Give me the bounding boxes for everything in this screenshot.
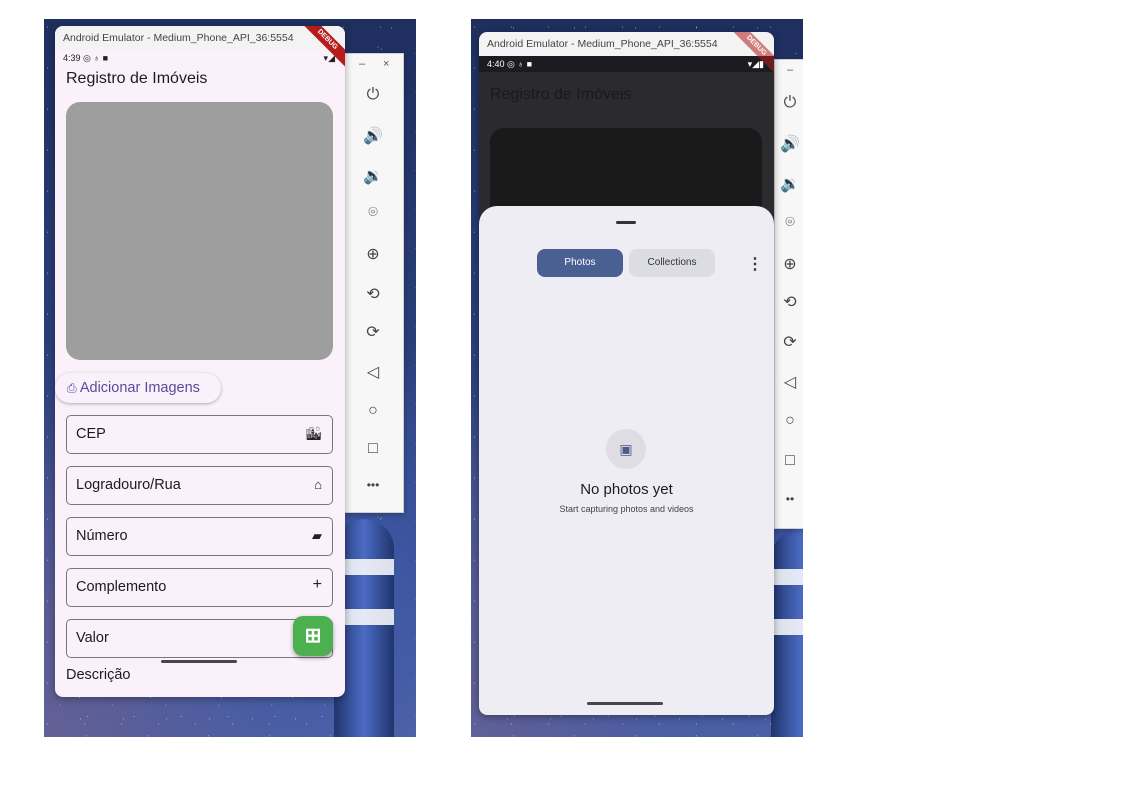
status-time: 4:40 bbox=[487, 59, 505, 69]
complement-field[interactable]: Complemento + bbox=[66, 568, 333, 607]
label-icon: ▰ bbox=[312, 528, 322, 543]
camera-icon[interactable]: ⌾ bbox=[775, 214, 803, 232]
add-property-fab[interactable]: ⊞ bbox=[293, 616, 333, 656]
page-title: Registro de Imóveis bbox=[66, 70, 208, 87]
tab-photos[interactable]: Photos bbox=[537, 249, 623, 277]
empty-subtitle: Start capturing photos and videos bbox=[559, 504, 694, 514]
emulator-toolbar: – × ⏻ 🔊 🔉 ⌾ ⊕ ⟲ ⟳ ◁ ○ □ ••• bbox=[344, 53, 404, 513]
status-time: 4:39 bbox=[63, 53, 81, 63]
image-icon: ▣ bbox=[606, 429, 646, 469]
overview-icon[interactable]: □ bbox=[345, 440, 401, 458]
status-left-icons: ◎ ♁ ■ bbox=[507, 59, 533, 69]
zoom-in-icon[interactable]: ⊕ bbox=[775, 254, 803, 274]
left-screenshot: – × ⏻ 🔊 🔉 ⌾ ⊕ ⟲ ⟳ ◁ ○ □ ••• Android Emul… bbox=[44, 19, 416, 737]
volume-up-icon[interactable]: 🔊 bbox=[345, 126, 401, 146]
back-icon[interactable]: ◁ bbox=[775, 372, 803, 392]
drag-handle[interactable] bbox=[616, 221, 636, 224]
image-placeholder bbox=[66, 102, 333, 360]
zoom-in-icon[interactable]: ⊕ bbox=[345, 244, 401, 264]
status-bar: 4:39 ◎ ♁ ■ ▾◢ bbox=[55, 50, 345, 66]
page-title: Registro de Imóveis bbox=[490, 86, 632, 103]
status-bar: 4:40 ◎ ♁ ■ ▾◢▮ bbox=[479, 56, 774, 72]
home-icon[interactable]: ○ bbox=[345, 402, 401, 420]
gesture-bar bbox=[161, 660, 237, 663]
add-box-icon: ⊞ bbox=[304, 625, 322, 647]
rotate-left-icon[interactable]: ⟲ bbox=[345, 284, 401, 304]
wallpaper-lighthouse bbox=[771, 529, 803, 737]
volume-down-icon[interactable]: 🔉 bbox=[775, 174, 803, 194]
emulator-toolbar: – ⏻ 🔊 🔉 ⌾ ⊕ ⟲ ⟳ ◁ ○ □ •• bbox=[774, 59, 803, 529]
plus-icon: + bbox=[312, 576, 322, 593]
window-title: Android Emulator - Medium_Phone_API_36:5… bbox=[479, 32, 774, 56]
photo-picker-sheet: Photos Collections ⋮ ▣ No photos yet Sta… bbox=[479, 206, 774, 715]
rotate-left-icon[interactable]: ⟲ bbox=[775, 292, 803, 312]
description-label-partial: Descrição bbox=[66, 667, 131, 683]
overview-icon[interactable]: □ bbox=[775, 452, 803, 470]
tab-collections[interactable]: Collections bbox=[629, 249, 715, 277]
empty-title: No photos yet bbox=[580, 481, 673, 498]
home-icon: ⌂ bbox=[314, 477, 322, 492]
add-images-button[interactable]: ⎙ Adicionar Imagens bbox=[55, 373, 221, 403]
gesture-bar bbox=[587, 702, 663, 705]
cep-field[interactable]: CEP 🏙 bbox=[66, 415, 333, 454]
more-icon[interactable]: ••• bbox=[345, 478, 401, 492]
status-left-icons: ◎ ♁ ■ bbox=[83, 53, 109, 63]
power-icon[interactable]: ⏻ bbox=[345, 86, 401, 104]
camera-icon[interactable]: ⌾ bbox=[345, 204, 401, 222]
add-photo-icon: ⎙ bbox=[67, 381, 77, 395]
add-images-label: Adicionar Imagens bbox=[79, 380, 200, 396]
more-options-icon[interactable]: ⋮ bbox=[747, 254, 763, 274]
emulator-window: Android Emulator - Medium_Phone_API_36:5… bbox=[55, 26, 345, 697]
more-icon[interactable]: •• bbox=[775, 492, 803, 506]
power-icon[interactable]: ⏻ bbox=[775, 94, 803, 112]
back-icon[interactable]: ◁ bbox=[345, 362, 401, 382]
city-icon: 🏙 bbox=[305, 426, 322, 441]
rotate-right-icon[interactable]: ⟳ bbox=[345, 322, 401, 342]
rotate-right-icon[interactable]: ⟳ bbox=[775, 332, 803, 352]
volume-up-icon[interactable]: 🔊 bbox=[775, 134, 803, 154]
window-title: Android Emulator - Medium_Phone_API_36:5… bbox=[55, 26, 345, 50]
emulator-window: Android Emulator - Medium_Phone_API_36:5… bbox=[479, 32, 774, 715]
minimize-button[interactable]: – bbox=[359, 58, 365, 70]
minimize-button[interactable]: – bbox=[787, 64, 793, 76]
number-field[interactable]: Número ▰ bbox=[66, 517, 333, 556]
street-field[interactable]: Logradouro/Rua ⌂ bbox=[66, 466, 333, 505]
home-icon[interactable]: ○ bbox=[775, 412, 803, 430]
close-button[interactable]: × bbox=[383, 58, 389, 70]
right-screenshot: – ⏻ 🔊 🔉 ⌾ ⊕ ⟲ ⟳ ◁ ○ □ •• Android Emulato… bbox=[471, 19, 803, 737]
volume-down-icon[interactable]: 🔉 bbox=[345, 166, 401, 186]
